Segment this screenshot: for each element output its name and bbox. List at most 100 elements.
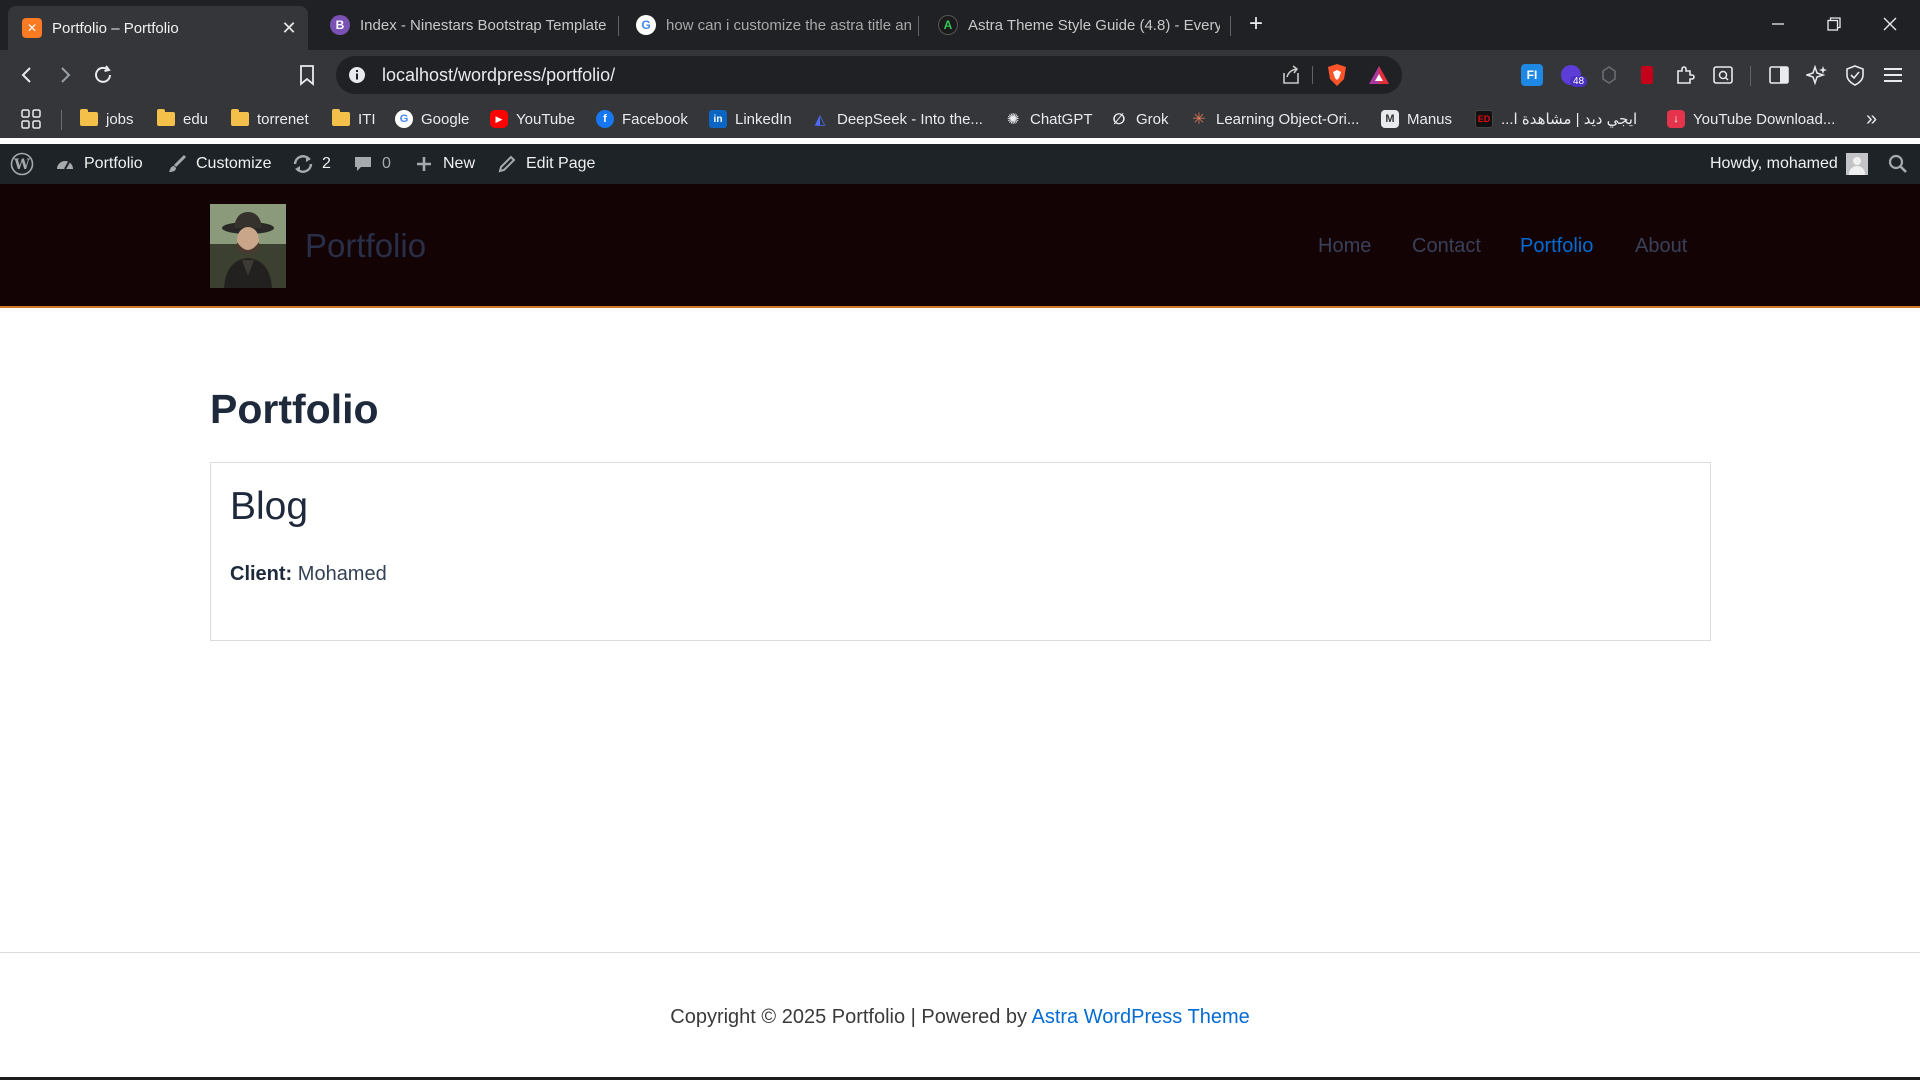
- svg-text:W: W: [13, 157, 30, 173]
- site-footer: Copyright © 2025 Portfolio | Powered by …: [0, 1006, 1920, 1029]
- main-menu-button[interactable]: [1880, 62, 1906, 88]
- portfolio-entry-card: Blog Client: Mohamed: [210, 462, 1711, 641]
- close-icon: [1883, 17, 1897, 31]
- minimize-button[interactable]: [1750, 6, 1806, 42]
- profile-photo-image: [210, 204, 286, 288]
- bookmark-grok[interactable]: ∅ Grok: [1110, 108, 1169, 130]
- tab-portfolio[interactable]: ✕ Portfolio – Portfolio ✕: [8, 6, 308, 50]
- extension-fi[interactable]: FI: [1519, 62, 1545, 88]
- download-icon: ↓: [1667, 110, 1685, 128]
- extensions-menu-button[interactable]: [1672, 62, 1698, 88]
- extension-badge-count: 48: [1570, 76, 1588, 87]
- paintbrush-icon: [166, 153, 188, 175]
- more-bookmarks-button[interactable]: »: [1866, 108, 1877, 130]
- admin-search-button[interactable]: [1888, 144, 1908, 184]
- extension-red[interactable]: [1634, 62, 1660, 88]
- bookmark-deepseek[interactable]: ◭ DeepSeek - Into the...: [811, 108, 983, 130]
- reload-button[interactable]: [88, 60, 118, 90]
- leo-ai-button[interactable]: [1804, 62, 1830, 88]
- bookmark-youtube[interactable]: ▶ YouTube: [490, 108, 575, 130]
- client-value: Mohamed: [297, 563, 387, 585]
- bookmark-facebook[interactable]: f Facebook: [596, 108, 688, 130]
- restore-button[interactable]: [1806, 6, 1862, 42]
- admin-updates[interactable]: 2: [292, 144, 331, 184]
- bookmark-edu[interactable]: edu: [157, 108, 208, 130]
- tab-astra-style-guide[interactable]: A Astra Theme Style Guide (4.8) - Every: [924, 6, 1220, 44]
- extension-recycle[interactable]: [1596, 62, 1622, 88]
- google-icon: G: [395, 110, 413, 128]
- admin-site-name[interactable]: Portfolio: [54, 144, 143, 184]
- entry-title[interactable]: Blog: [230, 485, 308, 529]
- new-tab-button[interactable]: +: [1242, 10, 1270, 38]
- linkedin-icon: in: [709, 110, 727, 128]
- share-icon[interactable]: [1280, 64, 1302, 86]
- extension-badge[interactable]: 48: [1558, 62, 1588, 88]
- site-header: Portfolio Home Contact Portfolio About: [0, 184, 1920, 308]
- puzzle-icon: [1677, 66, 1695, 84]
- bookmark-manus[interactable]: M Manus: [1381, 108, 1452, 130]
- sidebar-icon: [1769, 66, 1789, 84]
- close-tab-icon[interactable]: ✕: [278, 18, 300, 39]
- wordpress-logo-icon: W: [10, 152, 34, 176]
- menu-item-about[interactable]: About: [1635, 235, 1687, 258]
- minimize-icon: [1772, 23, 1784, 25]
- plus-icon: [413, 153, 435, 175]
- google-icon: G: [636, 15, 656, 35]
- back-button[interactable]: [12, 60, 42, 90]
- tab-google-search[interactable]: G how can i customize the astra title an: [622, 6, 912, 44]
- client-label: Client:: [230, 563, 293, 585]
- site-info-icon[interactable]: [348, 66, 366, 84]
- menu-item-home[interactable]: Home: [1318, 235, 1371, 258]
- egydead-icon: ED: [1475, 110, 1493, 128]
- wp-admin-bar: W Portfolio Customize 2 0 New Edit Page …: [0, 144, 1920, 184]
- vpn-button[interactable]: [1842, 62, 1868, 88]
- admin-comments[interactable]: 0: [352, 144, 391, 184]
- manus-icon: M: [1381, 110, 1399, 128]
- sparkle-icon: [1806, 64, 1827, 86]
- bookmark-page-button[interactable]: [292, 60, 322, 90]
- brave-shield-icon[interactable]: [1326, 63, 1348, 87]
- comment-bubble-icon: [352, 153, 374, 175]
- folder-icon: [332, 109, 350, 126]
- youtube-icon: ▶: [490, 110, 508, 128]
- grok-icon: ∅: [1112, 111, 1126, 128]
- site-logo[interactable]: [210, 204, 286, 288]
- bookmark-learning-oop[interactable]: ✳ Learning Object-Ori...: [1190, 108, 1359, 130]
- reader-mode-button[interactable]: [1710, 62, 1736, 88]
- bookmark-google[interactable]: G Google: [395, 108, 469, 130]
- site-title[interactable]: Portfolio: [305, 227, 426, 265]
- menu-item-portfolio[interactable]: Portfolio: [1520, 235, 1593, 258]
- bookmark-youtube-download[interactable]: ↓ YouTube Download...: [1667, 108, 1835, 130]
- bookmark-linkedin[interactable]: in LinkedIn: [709, 108, 792, 130]
- admin-edit-page[interactable]: Edit Page: [496, 144, 595, 184]
- bookmark-jobs[interactable]: jobs: [80, 108, 134, 130]
- address-bar[interactable]: localhost/wordpress/portfolio/: [336, 56, 1402, 94]
- wp-logo-button[interactable]: W: [10, 144, 34, 184]
- claude-icon: ✳: [1192, 111, 1206, 128]
- bookmarks-bar: jobs edu torrenet ITI G Google ▶ YouTube f…: [0, 100, 1920, 138]
- xampp-icon: ✕: [22, 18, 42, 38]
- sidebar-button[interactable]: [1766, 62, 1792, 88]
- tab-ninestars[interactable]: B Index - Ninestars Bootstrap Template: [316, 6, 616, 44]
- bookmark-chatgpt[interactable]: ✺ ChatGPT: [1004, 108, 1093, 130]
- admin-account-menu[interactable]: Howdy, mohamed: [1710, 144, 1868, 184]
- close-window-button[interactable]: [1862, 6, 1918, 42]
- brave-rewards-icon[interactable]: [1368, 64, 1390, 86]
- forward-button[interactable]: [50, 60, 80, 90]
- fi-extension-icon: FI: [1521, 64, 1543, 86]
- url-text[interactable]: localhost/wordpress/portfolio/: [382, 65, 615, 86]
- bootstrap-icon: B: [330, 15, 350, 35]
- apps-button[interactable]: [20, 108, 42, 130]
- reload-icon: [95, 65, 111, 83]
- folder-icon: [80, 109, 98, 126]
- bookmark-egydead[interactable]: ED ايجي ديد | مشاهدة ا...: [1475, 108, 1637, 130]
- admin-customize[interactable]: Customize: [166, 144, 272, 184]
- tab-title: Index - Ninestars Bootstrap Template: [360, 16, 607, 34]
- reader-search-icon: [1713, 66, 1733, 84]
- admin-new-content[interactable]: New: [413, 144, 475, 184]
- folder-icon: [231, 109, 249, 126]
- astra-theme-link[interactable]: Astra WordPress Theme: [1032, 1006, 1250, 1028]
- bookmark-iti[interactable]: ITI: [332, 108, 376, 130]
- bookmark-torrenet[interactable]: torrenet: [231, 108, 309, 130]
- menu-item-contact[interactable]: Contact: [1412, 235, 1481, 258]
